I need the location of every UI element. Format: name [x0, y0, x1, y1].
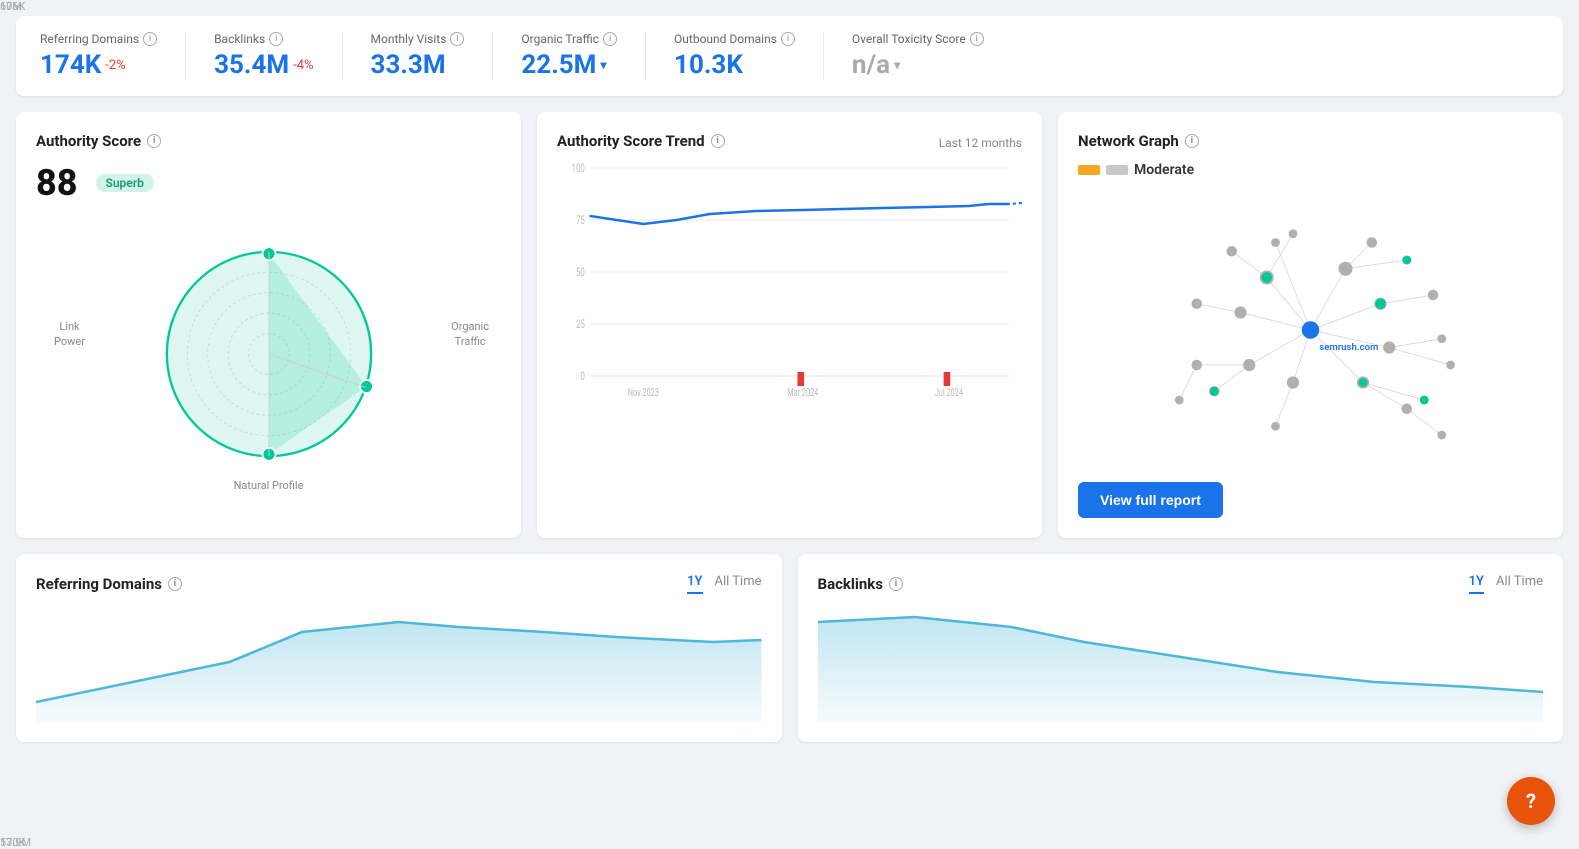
metric-overall-toxicity: Overall Toxicity Score i n/a ▾	[852, 32, 1012, 80]
referring-domains-chart	[36, 602, 762, 722]
radar-label-organic-traffic: OrganicTraffic	[451, 319, 489, 350]
svg-text:75: 75	[576, 215, 585, 228]
monthly-visits-info-icon[interactable]: i	[450, 32, 464, 46]
network-graph-info-icon[interactable]: i	[1185, 134, 1199, 148]
network-legend-label: Moderate	[1134, 162, 1194, 178]
backlinks-svg	[818, 602, 1544, 722]
backlinks-value: 35.4M	[214, 50, 289, 80]
network-legend: Moderate	[1078, 162, 1543, 178]
overall-toxicity-chevron[interactable]: ▾	[894, 58, 900, 72]
network-graph-card: Network Graph i Moderate	[1058, 112, 1563, 538]
svg-text:Mar 2024: Mar 2024	[787, 387, 819, 400]
superb-badge: Superb	[96, 174, 154, 192]
outbound-domains-label: Outbound Domains	[674, 32, 777, 46]
organic-traffic-info-icon[interactable]: i	[603, 32, 617, 46]
radar-chart-container: LinkPower OrganicTraffic Natural Profile	[36, 214, 501, 494]
backlinks-label: Backlinks	[214, 32, 265, 46]
monthly-visits-value: 33.3M	[371, 50, 446, 80]
metric-monthly-visits: Monthly Visits i 33.3M	[371, 32, 494, 80]
legend-block-gray	[1106, 165, 1128, 175]
svg-text:semrush.com: semrush.com	[1319, 342, 1378, 353]
backlinks-chart-info-icon[interactable]: i	[889, 577, 903, 591]
authority-score-number: 88	[36, 162, 78, 204]
overall-toxicity-value: n/a	[852, 50, 890, 80]
view-full-report-button[interactable]: View full report	[1078, 482, 1223, 518]
outbound-domains-info-icon[interactable]: i	[781, 32, 795, 46]
referring-domains-tab-1y[interactable]: 1Y	[687, 574, 702, 594]
organic-traffic-label: Organic Traffic	[521, 32, 599, 46]
bottom-row: Referring Domains i 1Y All Time 176K 170…	[16, 554, 1563, 742]
help-fab-button[interactable]: ?	[1507, 777, 1555, 825]
backlinks-tab-alltime[interactable]: All Time	[1496, 574, 1543, 594]
backlinks-chart	[818, 602, 1544, 722]
organic-traffic-value: 22.5M	[521, 50, 596, 80]
svg-text:Nov 2023: Nov 2023	[628, 387, 659, 400]
referring-domains-info-icon[interactable]: i	[143, 32, 157, 46]
referring-domains-tab-alltime[interactable]: All Time	[715, 574, 762, 594]
backlinks-info-icon[interactable]: i	[269, 32, 283, 46]
backlinks-chart-title: Backlinks	[818, 575, 884, 593]
referring-domains-card: Referring Domains i 1Y All Time 176K 170…	[16, 554, 782, 742]
network-graph-title: Network Graph	[1078, 132, 1179, 150]
trend-info-icon[interactable]: i	[711, 134, 725, 148]
backlinks-card: Backlinks i 1Y All Time 60M 53.9M	[798, 554, 1564, 742]
middle-row: Authority Score i 88 Superb	[16, 112, 1563, 538]
referring-domains-change: -2%	[105, 58, 125, 73]
radar-label-natural-profile: Natural Profile	[234, 479, 304, 492]
referring-domains-svg	[36, 602, 762, 722]
backlinks-y-labels: 60M 53.9M	[0, 0, 39, 849]
overall-toxicity-label: Overall Toxicity Score	[852, 32, 966, 46]
metric-backlinks: Backlinks i 35.4M -4%	[214, 32, 342, 80]
svg-text:100: 100	[571, 163, 585, 176]
organic-traffic-chevron[interactable]: ▾	[600, 58, 606, 72]
authority-score-info-icon[interactable]: i	[147, 134, 161, 148]
trend-chart-area: 100 75 50 25 0 Nov 2023 Mar 2024 Jul 202…	[557, 158, 1022, 418]
backlinks-tab-1y[interactable]: 1Y	[1469, 574, 1484, 594]
trend-chart-svg: 100 75 50 25 0 Nov 2023 Mar 2024 Jul 202…	[557, 158, 1022, 418]
overall-toxicity-info-icon[interactable]: i	[970, 32, 984, 46]
referring-domains-value: 174K	[40, 50, 101, 80]
metric-referring-domains: Referring Domains i 174K -2%	[40, 32, 186, 80]
metric-outbound-domains: Outbound Domains i 10.3K	[674, 32, 824, 80]
svg-text:0: 0	[580, 371, 585, 384]
metric-organic-traffic: Organic Traffic i 22.5M ▾	[521, 32, 646, 80]
authority-score-title: Authority Score	[36, 132, 141, 150]
authority-score-trend-card: Authority Score Trend i Last 12 months 1…	[537, 112, 1042, 538]
top-metrics-bar: Referring Domains i 174K -2% Backlinks i…	[16, 16, 1563, 96]
svg-text:Jul 2024: Jul 2024	[935, 387, 964, 400]
backlinks-change: -4%	[293, 58, 313, 73]
svg-text:25: 25	[576, 319, 585, 332]
outbound-domains-value: 10.3K	[674, 50, 743, 80]
network-graph-svg: semrush.com	[1078, 190, 1543, 470]
radar-label-link-power: LinkPower	[54, 319, 85, 350]
authority-score-card: Authority Score i 88 Superb	[16, 112, 521, 538]
trend-period: Last 12 months	[939, 136, 1022, 150]
monthly-visits-label: Monthly Visits	[371, 32, 447, 46]
referring-domains-chart-info-icon[interactable]: i	[168, 577, 182, 591]
help-fab-icon: ?	[1526, 789, 1536, 813]
referring-domains-label: Referring Domains	[40, 32, 139, 46]
svg-text:50: 50	[576, 267, 585, 280]
radar-chart-svg	[129, 224, 409, 484]
trend-title: Authority Score Trend	[557, 132, 705, 150]
referring-domains-chart-title: Referring Domains	[36, 575, 162, 593]
network-graph-area: semrush.com	[1078, 190, 1543, 470]
legend-block-orange	[1078, 165, 1100, 175]
